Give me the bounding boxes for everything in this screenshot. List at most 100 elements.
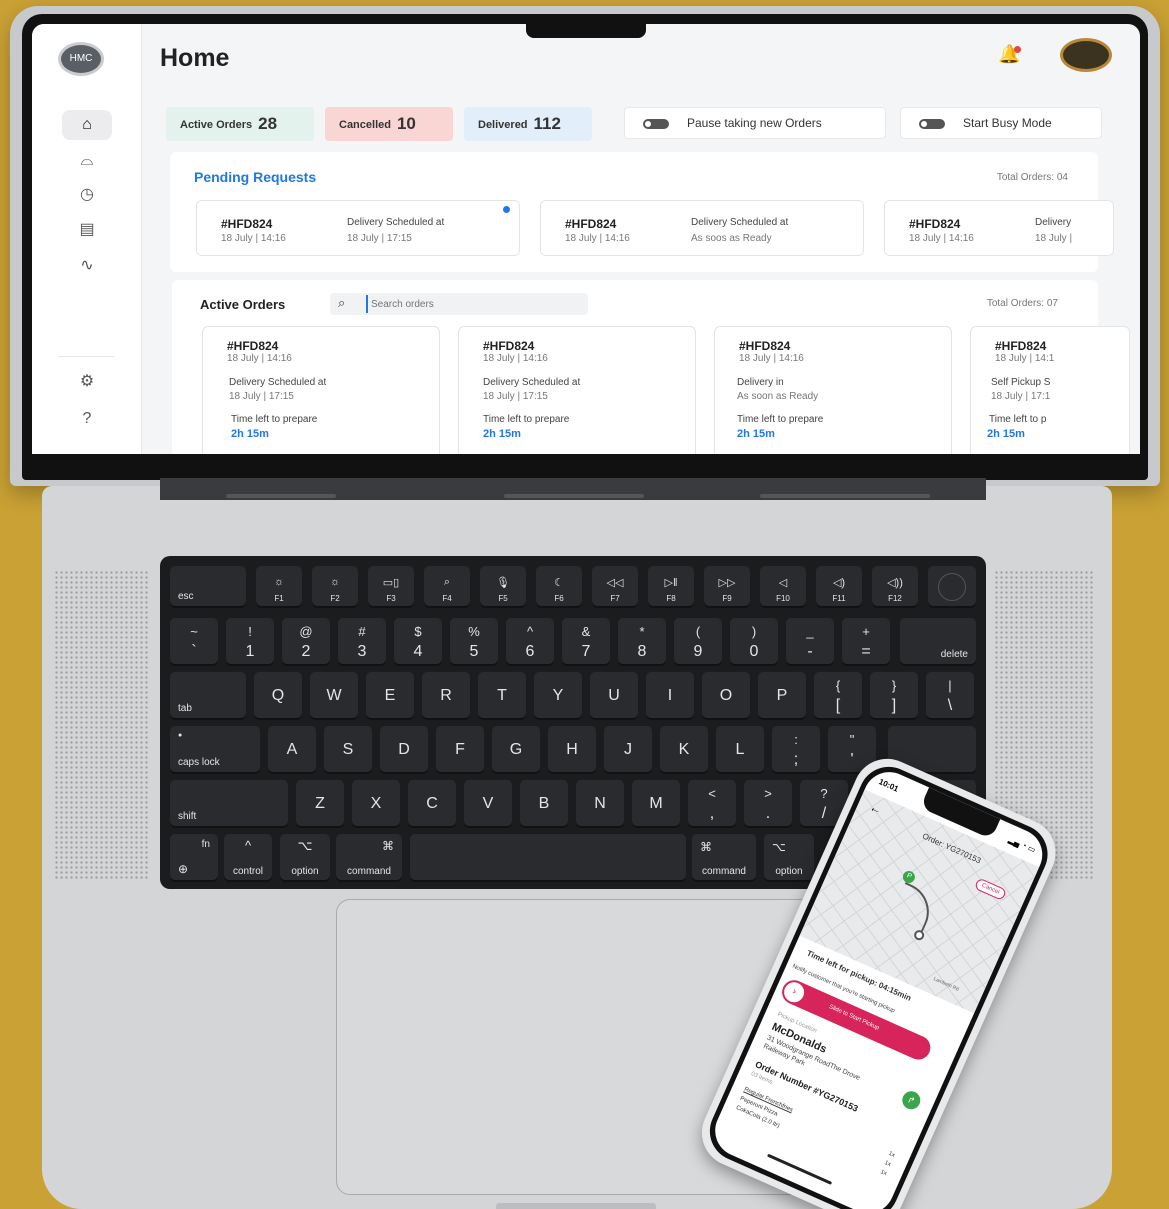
key-command-right[interactable]: ⌘ command — [692, 834, 756, 882]
key-c[interactable]: C — [408, 780, 456, 828]
key-f6[interactable]: ☾ F6 — [536, 566, 582, 608]
key-shift[interactable]: shift — [170, 780, 288, 828]
stat-cancelled[interactable]: Cancelled 10 — [325, 107, 453, 141]
key-tab[interactable]: tab — [170, 672, 246, 720]
nav-activity-icon[interactable]: ∿ — [62, 251, 112, 281]
key-f5[interactable]: 🎙 F5 — [480, 566, 526, 608]
active-order-card[interactable]: #HFD824 18 July | 14:1 Self Pickup S 18 … — [970, 326, 1130, 454]
key-n[interactable]: N — [576, 780, 624, 828]
key-sym-0[interactable]: <, — [688, 780, 736, 828]
key-delete[interactable]: delete — [900, 618, 976, 666]
busy-mode-toggle[interactable]: Start Busy Mode — [900, 107, 1102, 139]
key-f9[interactable]: ▷▷ F9 — [704, 566, 750, 608]
key-1[interactable]: ! 1 — [226, 618, 274, 666]
key-3[interactable]: #3 — [338, 618, 386, 666]
search-input[interactable] — [366, 295, 566, 313]
key-f2[interactable]: ☼ F2 — [312, 566, 358, 608]
key-q[interactable]: Q — [254, 672, 302, 720]
key-6[interactable]: ^ 6 — [506, 618, 554, 666]
key-g[interactable]: G — [492, 726, 540, 774]
key-bracket-1[interactable]: }] — [870, 672, 918, 720]
key-d[interactable]: D — [380, 726, 428, 774]
key-z[interactable]: Z — [296, 780, 344, 828]
key-j[interactable]: J — [604, 726, 652, 774]
pending-card[interactable]: #HFD824 18 July | 14:16 Delivery Schedul… — [540, 200, 864, 256]
nav-cloche-icon[interactable]: ⌓ — [62, 146, 112, 176]
key-9[interactable]: (9 — [674, 618, 722, 666]
order-id: #HFD824 — [221, 217, 273, 231]
toggle-switch[interactable] — [919, 119, 945, 129]
brand-logo[interactable]: HMC — [58, 42, 104, 76]
key-f3[interactable]: ▭▯ F3 — [368, 566, 414, 608]
directions-icon[interactable]: ↱ — [899, 1088, 924, 1113]
avatar[interactable] — [1060, 38, 1112, 72]
key-punct-0[interactable]: :; — [772, 726, 820, 774]
key-l[interactable]: L — [716, 726, 764, 774]
key-f1[interactable]: ☼ F1 — [256, 566, 302, 608]
key-f8[interactable]: ▷‖ F8 — [648, 566, 694, 608]
key-7[interactable]: & 7 — [562, 618, 610, 666]
key-h[interactable]: H — [548, 726, 596, 774]
key-t[interactable]: T — [478, 672, 526, 720]
key-f7[interactable]: ◁◁ F7 — [592, 566, 638, 608]
key-f[interactable]: F — [436, 726, 484, 774]
pending-card[interactable]: #HFD824 18 July | 14:16 Delivery 18 July… — [884, 200, 1114, 256]
nav-list-icon[interactable]: ▤ — [62, 215, 112, 245]
key-10[interactable]: ) 0 — [730, 618, 778, 666]
key-f12[interactable]: ◁)) F12 — [872, 566, 918, 608]
key-e[interactable]: E — [366, 672, 414, 720]
key-y[interactable]: Y — [534, 672, 582, 720]
key-control[interactable]: ^ control — [224, 834, 272, 882]
key-b[interactable]: B — [520, 780, 568, 828]
key-2[interactable]: @2 — [282, 618, 330, 666]
key-option-left[interactable]: ⌥ option — [280, 834, 330, 882]
key-fn[interactable]: fn ⊕ — [170, 834, 218, 882]
active-order-card[interactable]: #HFD824 18 July | 14:16 Delivery Schedul… — [202, 326, 440, 454]
key-u[interactable]: U — [590, 672, 638, 720]
toggle-switch[interactable] — [643, 119, 669, 129]
key-i[interactable]: I — [646, 672, 694, 720]
key-command-left[interactable]: ⌘ command — [336, 834, 402, 882]
stat-active-orders[interactable]: Active Orders 28 — [166, 107, 314, 141]
key-x[interactable]: X — [352, 780, 400, 828]
pause-orders-toggle[interactable]: Pause taking new Orders — [624, 107, 886, 139]
key-12[interactable]: + = — [842, 618, 890, 666]
key-k[interactable]: K — [660, 726, 708, 774]
key-sym-1[interactable]: >. — [744, 780, 792, 828]
key-esc[interactable]: esc — [170, 566, 246, 608]
key-f4[interactable]: ⌕ F4 — [424, 566, 470, 608]
key-m[interactable]: M — [632, 780, 680, 828]
nav-clock-icon[interactable]: ◷ — [62, 180, 112, 210]
key-caps-lock[interactable]: ● caps lock — [170, 726, 260, 774]
key-f10[interactable]: ◁ F10 — [760, 566, 806, 608]
key-0[interactable]: ~ ` — [170, 618, 218, 666]
slide-chevron-icon[interactable]: › — [780, 979, 808, 1006]
cancel-button[interactable]: Cancel — [973, 877, 1007, 901]
key-11[interactable]: _ - — [786, 618, 834, 666]
key-space[interactable] — [410, 834, 686, 882]
back-icon[interactable]: ← — [868, 800, 885, 818]
search-box[interactable]: ⌕ — [330, 293, 588, 315]
help-icon[interactable]: ? — [62, 404, 112, 434]
key-4[interactable]: $4 — [394, 618, 442, 666]
active-order-card[interactable]: #HFD824 18 July | 14:16 Delivery Schedul… — [458, 326, 696, 454]
key-r[interactable]: R — [422, 672, 470, 720]
key-8[interactable]: * 8 — [618, 618, 666, 666]
key-bracket-0[interactable]: {[ — [814, 672, 862, 720]
nav-home-icon[interactable]: ⌂ — [62, 110, 112, 140]
stat-delivered[interactable]: Delivered 112 — [464, 107, 592, 141]
key-touch-id[interactable] — [928, 566, 976, 608]
key-option-right[interactable]: ⌥ option — [764, 834, 814, 882]
key-a[interactable]: A — [268, 726, 316, 774]
key-p[interactable]: P — [758, 672, 806, 720]
key-v[interactable]: V — [464, 780, 512, 828]
pending-card[interactable]: #HFD824 18 July | 14:16 Delivery Schedul… — [196, 200, 520, 256]
key-o[interactable]: O — [702, 672, 750, 720]
key-w[interactable]: W — [310, 672, 358, 720]
settings-icon[interactable]: ⚙ — [62, 367, 112, 397]
key-bracket-2[interactable]: | \ — [926, 672, 974, 720]
key-s[interactable]: S — [324, 726, 372, 774]
active-order-card[interactable]: #HFD824 18 July | 14:16 Delivery in As s… — [714, 326, 952, 454]
key-f11[interactable]: ◁) F11 — [816, 566, 862, 608]
key-5[interactable]: % 5 — [450, 618, 498, 666]
